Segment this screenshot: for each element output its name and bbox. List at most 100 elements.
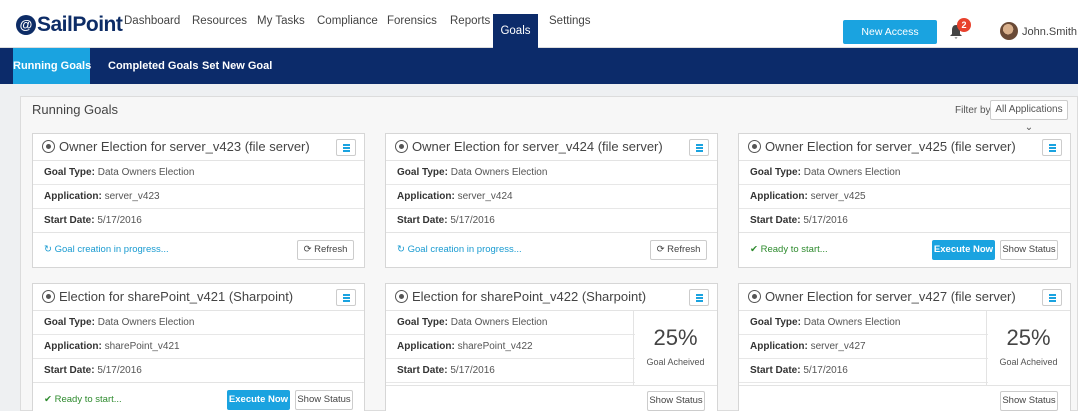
refresh-icon: ⟳ <box>303 244 312 255</box>
refresh-button[interactable]: ⟳ Refresh <box>650 240 707 260</box>
card-footer: ↻ Goal creation in progress... ⟳ Refresh <box>386 235 717 268</box>
card-menu-button[interactable] <box>689 289 709 306</box>
application-value: server_v423 <box>104 191 160 202</box>
nav-goals[interactable]: Goals <box>493 14 538 48</box>
tab-completed-goals[interactable]: Completed Goals <box>108 48 198 84</box>
tab-running-goals[interactable]: Running Goals <box>13 48 91 90</box>
status-label: Goal creation in progress... <box>407 244 522 255</box>
target-icon <box>42 140 55 153</box>
progress-label: Goal Acheived <box>999 357 1058 367</box>
nav-resources[interactable]: Resources <box>192 15 247 27</box>
application-label: Application: <box>397 341 455 352</box>
status-label: Ready to start... <box>54 394 122 405</box>
card-title: Owner Election for server_v425 (file ser… <box>765 139 1016 154</box>
card-menu-button[interactable] <box>1042 139 1062 156</box>
execute-now-button[interactable]: Execute Now <box>227 390 290 410</box>
checkmark-icon: ✔ <box>750 244 758 255</box>
start-date-value: 5/17/2016 <box>450 215 495 226</box>
refresh-icon: ⟳ <box>656 244 665 255</box>
show-status-button[interactable]: Show Status <box>647 391 705 411</box>
card-header: Owner Election for server_v427 (file ser… <box>739 284 1070 311</box>
progress-box: 25% Goal Acheived <box>633 311 717 385</box>
start-date-row: Start Date: 5/17/2016 <box>33 359 364 383</box>
card-footer: ✔ Ready to start... Execute Now Show Sta… <box>33 385 364 411</box>
application-label: Application: <box>397 191 455 202</box>
status-text: ↻ Goal creation in progress... <box>397 244 522 255</box>
spinner-icon: ↻ <box>397 244 405 255</box>
nav-forensics[interactable]: Forensics <box>387 15 437 27</box>
application-value: sharePoint_v421 <box>104 341 180 352</box>
nav-my-tasks[interactable]: My Tasks <box>257 15 305 27</box>
card-menu-button[interactable] <box>1042 289 1062 306</box>
checkmark-icon: ✔ <box>44 394 52 405</box>
logo-mark: @ <box>16 15 36 35</box>
goal-type-row: Goal Type: Data Owners Election <box>33 161 364 185</box>
card-title: Election for sharePoint_v422 (Sharpoint) <box>412 289 647 304</box>
new-access-request-button[interactable]: New Access Request <box>843 20 937 62</box>
goal-card: Election for sharePoint_v422 (Sharpoint)… <box>385 283 718 411</box>
filter-select[interactable]: All Applications ⌄ <box>990 100 1068 133</box>
start-date-row: Start Date: 5/17/2016 <box>739 209 1070 233</box>
card-footer: ✔ Ready to start... Execute Now Show Sta… <box>739 235 1070 268</box>
status-label: Ready to start... <box>760 244 828 255</box>
card-header: Election for sharePoint_v422 (Sharpoint) <box>386 284 717 311</box>
status-text: ↻ Goal creation in progress... <box>44 244 169 255</box>
card-title: Owner Election for server_v423 (file ser… <box>59 139 310 154</box>
avatar[interactable] <box>1000 22 1018 40</box>
start-date-row: Start Date: 5/17/2016 <box>386 209 717 233</box>
application-row: Application: server_v424 <box>386 185 717 209</box>
card-menu-button[interactable] <box>689 139 709 156</box>
card-header: Owner Election for server_v425 (file ser… <box>739 134 1070 161</box>
show-status-button[interactable]: Show Status <box>1000 240 1058 260</box>
application-row: Application: sharePoint_v421 <box>33 335 364 359</box>
progress-box: 25% Goal Acheived <box>986 311 1070 385</box>
goal-type-label: Goal Type: <box>397 317 448 328</box>
start-date-value: 5/17/2016 <box>450 365 495 376</box>
card-title: Owner Election for server_v427 (file ser… <box>765 289 1016 304</box>
sailpoint-logo[interactable]: @ SailPoint <box>16 13 123 36</box>
nav-reports[interactable]: Reports <box>450 15 490 27</box>
goal-card: Owner Election for server_v424 (file ser… <box>385 133 718 268</box>
goal-type-value: Data Owners Election <box>803 317 901 328</box>
tab-set-new-goal[interactable]: Set New Goal <box>202 48 272 84</box>
status-text: ✔ Ready to start... <box>44 394 122 405</box>
start-date-label: Start Date: <box>397 365 448 376</box>
show-status-button[interactable]: Show Status <box>1000 391 1058 411</box>
nav-settings[interactable]: Settings <box>549 15 591 27</box>
card-header: Owner Election for server_v423 (file ser… <box>33 134 364 161</box>
application-row: Application: server_v423 <box>33 185 364 209</box>
card-menu-button[interactable] <box>336 289 356 306</box>
application-value: sharePoint_v422 <box>457 341 533 352</box>
status-text: ✔ Ready to start... <box>750 244 828 255</box>
target-icon <box>395 140 408 153</box>
show-status-button[interactable]: Show Status <box>295 390 353 410</box>
application-row: Application: server_v427 <box>739 335 988 359</box>
sub-nav: Running Goals Completed Goals Set New Go… <box>0 48 1078 90</box>
application-value: server_v427 <box>810 341 866 352</box>
user-menu[interactable]: John.Smith ⌄ <box>1022 25 1078 38</box>
nav-dashboard[interactable]: Dashboard <box>124 15 180 27</box>
nav-compliance[interactable]: Compliance <box>317 15 378 27</box>
start-date-label: Start Date: <box>44 215 95 226</box>
application-label: Application: <box>44 341 102 352</box>
application-row: Application: server_v425 <box>739 185 1070 209</box>
refresh-button[interactable]: ⟳ Refresh <box>297 240 354 260</box>
progress-label: Goal Acheived <box>646 357 705 367</box>
target-icon <box>748 290 761 303</box>
notification-badge: 2 <box>957 18 971 32</box>
application-value: server_v425 <box>810 191 866 202</box>
start-date-row: Start Date: 5/17/2016 <box>739 359 988 383</box>
start-date-value: 5/17/2016 <box>803 215 848 226</box>
goal-card: Owner Election for server_v425 (file ser… <box>738 133 1071 268</box>
goal-type-row: Goal Type: Data Owners Election <box>386 311 635 335</box>
card-header: Election for sharePoint_v421 (Sharpoint) <box>33 284 364 311</box>
execute-now-button[interactable]: Execute Now <box>932 240 995 260</box>
goal-type-label: Goal Type: <box>750 317 801 328</box>
application-row: Application: sharePoint_v422 <box>386 335 635 359</box>
goal-type-label: Goal Type: <box>44 167 95 178</box>
card-menu-button[interactable] <box>336 139 356 156</box>
application-value: server_v424 <box>457 191 513 202</box>
card-title: Owner Election for server_v424 (file ser… <box>412 139 663 154</box>
start-date-value: 5/17/2016 <box>803 365 848 376</box>
goal-type-label: Goal Type: <box>397 167 448 178</box>
